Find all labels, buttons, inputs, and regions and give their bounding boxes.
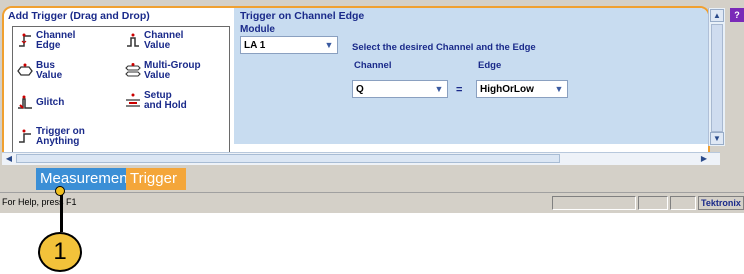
equals-sign: = <box>456 84 463 96</box>
trigger-item-label: Trigger on Anything <box>36 126 85 147</box>
trigger-item-channel-edge[interactable]: Channel Edge <box>17 31 75 51</box>
channel-select[interactable]: Q ▼ <box>352 80 448 98</box>
help-corner-icon[interactable]: ? <box>730 8 744 22</box>
callout-anchor-dot <box>55 186 65 196</box>
trigger-item-channel-value[interactable]: Channel Value <box>125 31 183 51</box>
trigger-item-bus-value[interactable]: Bus Value <box>17 61 62 81</box>
glitch-icon <box>17 95 33 111</box>
channel-value: Q <box>356 84 364 95</box>
setup-hold-icon <box>125 93 141 109</box>
status-bar: For Help, press F1 Tektronix <box>0 192 744 213</box>
tab-measurements[interactable]: Measurements <box>36 168 139 190</box>
multi-group-value-icon <box>125 63 141 79</box>
channel-edge-title: Trigger on Channel Edge <box>240 10 365 22</box>
trigger-item-label: Setup and Hold <box>144 90 187 111</box>
horizontal-scrollbar[interactable]: ◀ ▶ <box>2 152 720 165</box>
tab-bar: Measurements Trigger <box>0 166 744 190</box>
trigger-item-label: Channel Value <box>144 30 184 51</box>
trigger-item-label: Bus Value <box>36 60 63 81</box>
trigger-item-trigger-anything[interactable]: Trigger on Anything <box>17 127 85 147</box>
channel-edge-pane: Trigger on Channel Edge Module LA 1 ▼ Se… <box>234 8 708 144</box>
add-trigger-pane: Add Trigger (Drag and Drop) Channel Edge… <box>4 8 232 157</box>
scroll-up-button[interactable]: ▲ <box>710 9 724 22</box>
trigger-item-glitch[interactable]: Glitch <box>17 95 64 111</box>
add-trigger-title: Add Trigger (Drag and Drop) <box>8 10 150 22</box>
scroll-right-button[interactable]: ▶ <box>698 153 710 164</box>
chevron-down-icon[interactable]: ▼ <box>433 83 445 95</box>
channel-value-icon <box>125 33 141 49</box>
trigger-item-label: Channel Edge <box>36 30 76 51</box>
edge-label: Edge <box>478 60 502 71</box>
trigger-anything-icon <box>17 129 33 145</box>
chevron-down-icon[interactable]: ▼ <box>323 39 335 51</box>
bus-value-icon <box>17 63 33 79</box>
scroll-down-button[interactable]: ▼ <box>710 132 724 145</box>
tab-trigger[interactable]: Trigger <box>126 168 186 190</box>
channel-edge-icon <box>17 33 33 49</box>
scroll-left-button[interactable]: ◀ <box>3 153 15 164</box>
status-pane <box>552 196 636 210</box>
status-pane <box>670 196 696 210</box>
trigger-item-multi-group-value[interactable]: Multi-Group Value <box>125 61 201 81</box>
horizontal-scroll-thumb[interactable] <box>16 154 560 163</box>
status-pane <box>638 196 668 210</box>
vertical-scroll-thumb[interactable] <box>711 24 723 132</box>
edge-select[interactable]: HighOrLow ▼ <box>476 80 568 98</box>
brand-label: Tektronix <box>698 196 744 210</box>
channel-label: Channel <box>354 60 392 71</box>
trigger-type-list[interactable]: Channel Edge Channel Value Bus Value Mul… <box>12 26 230 157</box>
channel-edge-description: Select the desired Channel and the Edge <box>352 42 536 53</box>
chevron-down-icon[interactable]: ▼ <box>553 83 565 95</box>
edge-value: HighOrLow <box>480 84 534 95</box>
status-help-text: For Help, press F1 <box>2 197 77 207</box>
module-select[interactable]: LA 1 ▼ <box>240 36 338 54</box>
module-value: LA 1 <box>244 40 266 51</box>
trigger-item-setup-hold[interactable]: Setup and Hold <box>125 91 187 111</box>
trigger-item-label: Multi-Group Value <box>144 60 201 81</box>
vertical-scrollbar[interactable]: ▲ ▼ <box>708 8 725 146</box>
module-label: Module <box>240 24 275 35</box>
trigger-item-label: Glitch <box>36 97 65 108</box>
callout-number: 1 <box>38 232 82 272</box>
callout-leader-line <box>60 190 63 232</box>
trigger-panel: Add Trigger (Drag and Drop) Channel Edge… <box>2 6 710 162</box>
